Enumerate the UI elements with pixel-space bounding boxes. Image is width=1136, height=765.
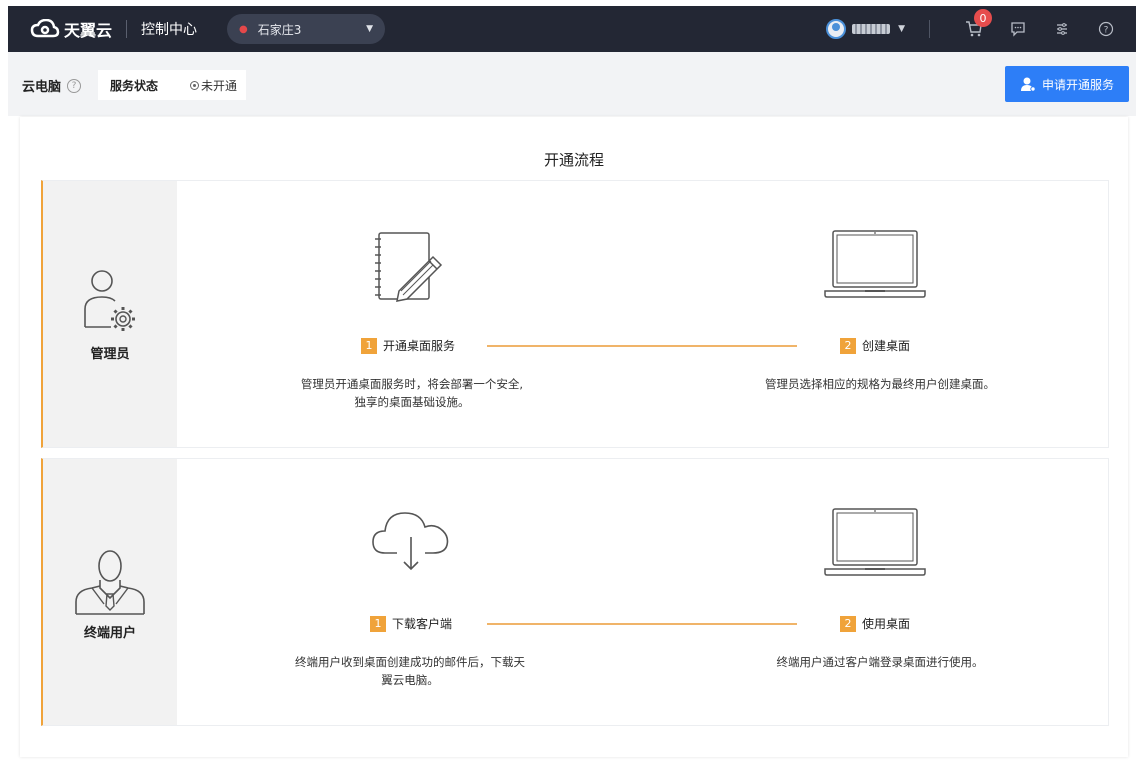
region-name: 石家庄3 (257, 22, 302, 37)
divider (929, 20, 930, 38)
enduser-step-2-title: 2 使用桌面 (840, 615, 910, 632)
chevron-down-icon: ▼ (366, 24, 374, 34)
step-number: 2 (840, 337, 856, 354)
step-connector-line (487, 623, 797, 625)
cart-button[interactable]: 0 (952, 6, 996, 52)
console-title[interactable]: 控制中心 (141, 19, 197, 39)
enduser-step-1-description: 终端用户收到桌面创建成功的邮件后，下载天 翼云电脑。 (267, 653, 553, 689)
desc-line: 管理员开通桌面服务时，将会部署一个安全, (300, 377, 524, 391)
user-name-blurred (852, 24, 891, 34)
desc-line: 管理员选择相应的规格为最终用户创建桌面。 (765, 377, 995, 391)
status-text: 未开通 (201, 78, 238, 93)
cloud-logo-icon (30, 19, 60, 38)
admin-step-1-description: 管理员开通桌面服务时，将会部署一个安全, 独享的桌面基础设施。 (269, 375, 555, 411)
avatar (826, 19, 847, 39)
service-status: 服务状态 未开通 (98, 70, 246, 100)
step-title: 使用桌面 (862, 617, 911, 631)
messages-button[interactable] (996, 6, 1040, 52)
settings-button[interactable] (1040, 6, 1084, 52)
user-menu[interactable]: ▼ (826, 19, 905, 39)
notebook-pen-icon (375, 232, 443, 302)
region-selector[interactable]: ● 石家庄3 ▼ (227, 14, 386, 44)
admin-step-2-description: 管理员选择相应的规格为最终用户创建桌面。 (741, 375, 1019, 393)
status-label: 服务状态 (110, 78, 159, 93)
laptop-icon (824, 508, 926, 576)
enduser-flow-section: 终端用户 1 下载客户端 终端用户收到桌面创建成功的邮件后，下载天 翼云电脑。 … (41, 458, 1109, 726)
laptop-icon (824, 230, 926, 298)
process-card: 开通流程 管理员 1 开通桌面服务 管理员开通桌面服务时，将会部署一个安全, 独… (20, 117, 1128, 757)
desc-line: 翼云电脑。 (381, 673, 439, 687)
status-dot-icon (190, 80, 200, 90)
cloud-download-icon (372, 512, 449, 571)
admin-gear-icon (84, 269, 135, 331)
divider (126, 20, 128, 38)
brand-logo[interactable]: 天翼云 (30, 17, 112, 41)
svg-text:?: ? (1104, 26, 1109, 36)
admin-step-2-title: 2 创建桌面 (840, 337, 910, 354)
step-title: 下载客户端 (392, 617, 453, 631)
desc-line: 终端用户通过客户端登录桌面进行使用。 (776, 655, 984, 669)
admin-flow-section: 管理员 1 开通桌面服务 管理员开通桌面服务时，将会部署一个安全, 独享的桌面基… (41, 180, 1109, 448)
step-number: 1 (370, 615, 386, 632)
page-title-group: 云电脑 ? (22, 76, 82, 95)
apply-service-button[interactable]: 申请开通服务 (1005, 66, 1129, 102)
help-button[interactable]: ? (1084, 6, 1128, 52)
process-title: 开通流程 (543, 151, 604, 169)
message-icon (1011, 22, 1025, 37)
question-icon[interactable]: ? (67, 78, 82, 93)
user-icon (1020, 77, 1036, 92)
enduser-role-label: 终端用户 (83, 625, 136, 641)
status-value: 未开通 (190, 77, 237, 94)
step-title: 开通桌面服务 (383, 339, 456, 353)
admin-role-label: 管理员 (90, 346, 130, 362)
business-user-icon (75, 549, 145, 615)
location-pin-icon: ● (239, 23, 248, 35)
enduser-step-1-title: 1 下载客户端 (370, 615, 452, 632)
page-header: 云电脑 ? 服务状态 未开通 申请开通服务 (8, 52, 1136, 116)
admin-role-panel: 管理员 (43, 181, 177, 447)
step-connector-line (487, 345, 797, 347)
step-title: 创建桌面 (862, 339, 911, 353)
chevron-down-icon: ▼ (898, 24, 905, 34)
desc-line: 终端用户收到桌面创建成功的邮件后，下载天 (295, 655, 525, 669)
enduser-role-panel: 终端用户 (43, 459, 177, 725)
brand-name: 天翼云 (64, 21, 113, 40)
settings-sliders-icon (1057, 23, 1067, 35)
top-nav-bar: 天翼云 控制中心 ● 石家庄3 ▼ ▼ 0 ? (8, 6, 1136, 52)
cart-count-badge: 0 (974, 9, 992, 27)
step-number: 2 (840, 615, 856, 632)
page-title: 云电脑 (22, 80, 62, 95)
apply-service-label: 申请开通服务 (1041, 77, 1114, 92)
admin-step-1-title: 1 开通桌面服务 (361, 337, 455, 354)
desc-line: 独享的桌面基础设施。 (354, 395, 470, 409)
enduser-step-2-description: 终端用户通过客户端登录桌面进行使用。 (741, 653, 1019, 671)
step-number: 1 (361, 337, 377, 354)
help-icon: ? (1098, 21, 1114, 37)
